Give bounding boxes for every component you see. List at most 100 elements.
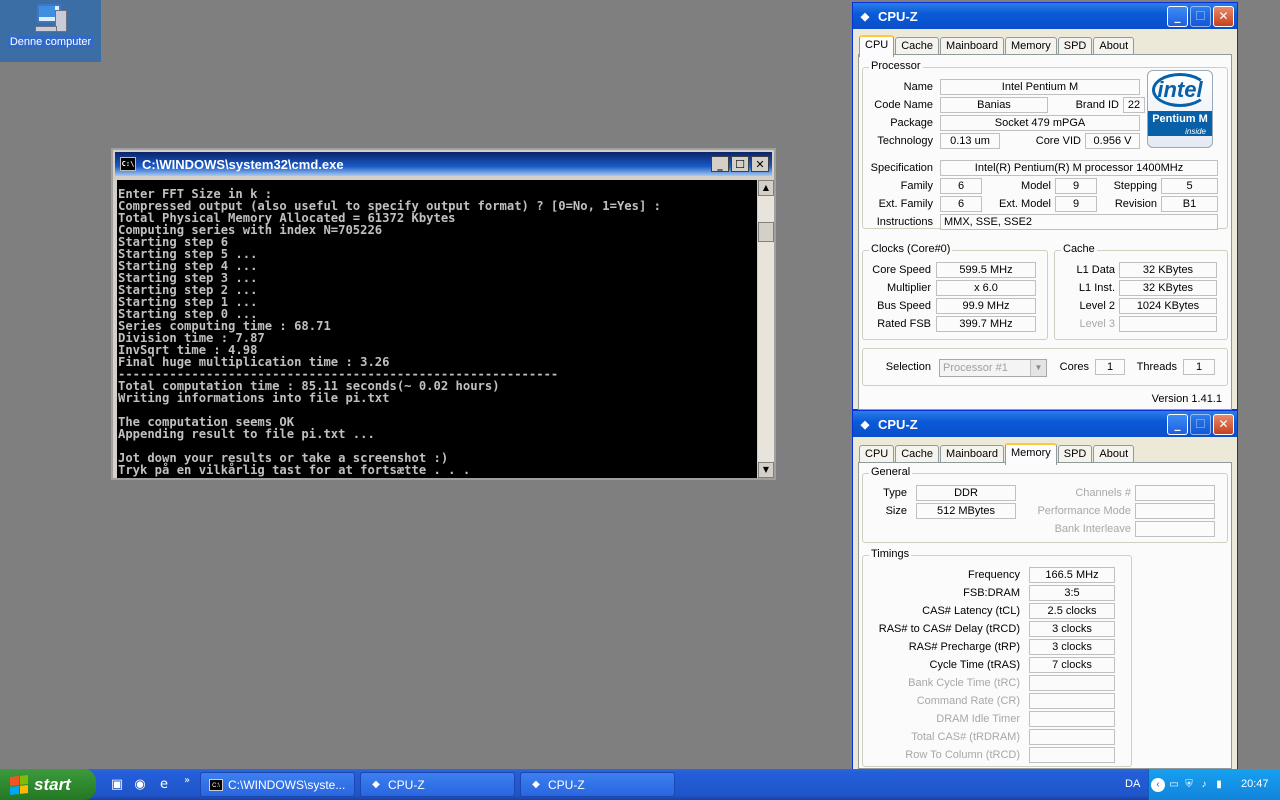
volume-icon[interactable]: ♪	[1197, 778, 1211, 792]
cpuz-cpu-titlebar[interactable]: ◆ CPU-Z _ ☐ ✕	[853, 3, 1237, 29]
maximize-button[interactable]: ☐	[731, 156, 749, 172]
media-player-icon[interactable]: ◉	[131, 776, 149, 794]
start-button[interactable]: start	[0, 769, 96, 800]
bankint-value	[1135, 521, 1215, 537]
windows-flag-icon	[10, 774, 28, 795]
minimize-button[interactable]: _	[1167, 5, 1188, 27]
level2-value: 1024 KBytes	[1119, 298, 1217, 314]
timing-label: RAS# to CAS# Delay (tRCD)	[878, 623, 1020, 635]
clock[interactable]: 20:47	[1241, 778, 1269, 790]
technology-label: Technology	[877, 135, 933, 147]
timing-value: 3 clocks	[1029, 621, 1115, 637]
instructions-value: MMX, SSE, SSE2	[940, 214, 1218, 230]
timing-value: 166.5 MHz	[1029, 567, 1115, 583]
language-indicator[interactable]: DA	[1125, 778, 1140, 790]
timing-label: Frequency	[968, 569, 1020, 581]
cores-value: 1	[1095, 359, 1125, 375]
family-value: 6	[940, 178, 982, 194]
tray-expand-icon[interactable]: ‹	[1151, 778, 1165, 792]
threads-label: Threads	[1136, 361, 1177, 373]
extmodel-value: 9	[1055, 196, 1097, 212]
revision-label: Revision	[1114, 198, 1157, 210]
battery-icon[interactable]: ▮	[1212, 778, 1226, 792]
multiplier-value: x 6.0	[936, 280, 1036, 296]
taskbar-button-cmd[interactable]: C:\ C:\WINDOWS\syste...	[200, 772, 355, 797]
timing-label: Total CAS# (tRDRAM)	[911, 731, 1020, 743]
timing-value	[1029, 693, 1115, 709]
package-value: Socket 479 mPGA	[940, 115, 1140, 131]
taskbar-button-cpuz-1[interactable]: ◆ CPU-Z	[360, 772, 515, 797]
security-icon[interactable]: ⛨	[1182, 778, 1196, 792]
cache-group-title: Cache	[1061, 243, 1097, 255]
close-button[interactable]: ✕	[751, 156, 769, 172]
start-label: start	[34, 774, 71, 794]
timing-label: Command Rate (CR)	[916, 695, 1020, 707]
scroll-thumb[interactable]	[758, 222, 774, 242]
size-value: 512 MBytes	[916, 503, 1016, 519]
network-icon[interactable]: ▭	[1167, 778, 1181, 792]
processor-select[interactable]: Processor #1 ▼	[939, 359, 1047, 377]
cmd-window-title: C:\WINDOWS\system32\cmd.exe	[142, 156, 344, 172]
type-label: Type	[883, 487, 907, 499]
stepping-value: 5	[1161, 178, 1218, 194]
size-label: Size	[885, 505, 907, 517]
general-group-title: General	[869, 466, 913, 478]
desktop-icon-label: Denne computer	[7, 36, 94, 48]
quicklaunch-more-icon[interactable]: »	[178, 772, 196, 790]
cmd-window[interactable]: C:\ C:\WINDOWS\system32\cmd.exe _ ☐ ✕ En…	[111, 148, 776, 480]
cpuz-cpu-window[interactable]: ◆ CPU-Z _ ☐ ✕ CPU Cache Mainboard Memory SPD…	[852, 2, 1238, 410]
multiplier-label: Multiplier	[886, 282, 931, 294]
minimize-button[interactable]: _	[1167, 413, 1188, 435]
processor-select-value: Processor #1	[943, 362, 1008, 374]
timings-group-title: Timings	[869, 548, 912, 560]
taskbar-button-cpuz-2[interactable]: ◆ CPU-Z	[520, 772, 675, 797]
timing-label: DRAM Idle Timer	[936, 713, 1020, 725]
specification-value: Intel(R) Pentium(R) M processor 1400MHz	[940, 160, 1218, 176]
codename-label: Code Name	[874, 99, 933, 111]
cpuz-memory-window[interactable]: ◆ CPU-Z _ ☐ ✕ CPU Cache Mainboard Memory SPD…	[852, 410, 1238, 770]
maximize-button: ☐	[1190, 5, 1211, 27]
timing-label: Row To Column (tRCD)	[905, 749, 1020, 761]
tab-memory[interactable]: Memory	[1005, 443, 1057, 465]
level3-value	[1119, 316, 1217, 332]
console-output[interactable]: Enter FFT Size in k : Compressed output …	[117, 180, 757, 478]
l1inst-value: 32 KBytes	[1119, 280, 1217, 296]
console-scrollbar[interactable]: ▲ ▼	[758, 180, 774, 478]
cpu-tab-panel: Processor Name Intel Pentium M Code Name…	[858, 54, 1232, 410]
timing-value: 3:5	[1029, 585, 1115, 601]
perfmode-label: Performance Mode	[1037, 505, 1131, 517]
cmd-titlebar[interactable]: C:\ C:\WINDOWS\system32\cmd.exe _ ☐ ✕	[115, 152, 772, 176]
maximize-button: ☐	[1190, 413, 1211, 435]
family-label: Family	[900, 180, 933, 192]
desktop-icon-my-computer[interactable]: Denne computer	[0, 0, 101, 62]
close-button[interactable]: ✕	[1213, 413, 1234, 435]
codename-value: Banias	[940, 97, 1048, 113]
corespeed-label: Core Speed	[872, 264, 931, 276]
extfamily-value: 6	[940, 196, 982, 212]
cpuz-tab-bar: CPU Cache Mainboard Memory SPD About	[853, 437, 1237, 465]
specification-label: Specification	[870, 162, 933, 174]
tab-cpu[interactable]: CPU	[859, 35, 895, 57]
brandid-value: 22	[1123, 97, 1145, 113]
minimize-button[interactable]: _	[711, 156, 729, 172]
bankint-label: Bank Interleave	[1054, 523, 1131, 535]
cpuz-window-title: CPU-Z	[878, 416, 918, 432]
busspeed-value: 99.9 MHz	[936, 298, 1036, 314]
scroll-down-arrow-icon[interactable]: ▼	[758, 462, 774, 478]
cpuz-memory-titlebar[interactable]: ◆ CPU-Z _ ☐ ✕	[853, 411, 1237, 437]
timing-value: 7 clocks	[1029, 657, 1115, 673]
model-value: 9	[1055, 178, 1097, 194]
show-desktop-icon[interactable]: ▣	[108, 776, 126, 794]
timing-value: 3 clocks	[1029, 639, 1115, 655]
timing-value	[1029, 747, 1115, 763]
scroll-up-arrow-icon[interactable]: ▲	[758, 180, 774, 196]
memory-tab-panel: General Type DDR Size 512 MBytes Channel…	[858, 462, 1232, 769]
processor-group: Processor Name Intel Pentium M Code Name…	[862, 60, 1228, 230]
timing-label: Cycle Time (tRAS)	[929, 659, 1020, 671]
close-button[interactable]: ✕	[1213, 5, 1234, 27]
cpuz-app-icon: ◆	[860, 10, 870, 23]
taskbar: start ▣ ◉ e » C:\ C:\WINDOWS\syste... ◆ …	[0, 769, 1280, 800]
brandid-label: Brand ID	[1075, 99, 1119, 111]
internet-explorer-icon[interactable]: e	[155, 776, 173, 794]
timing-value	[1029, 711, 1115, 727]
